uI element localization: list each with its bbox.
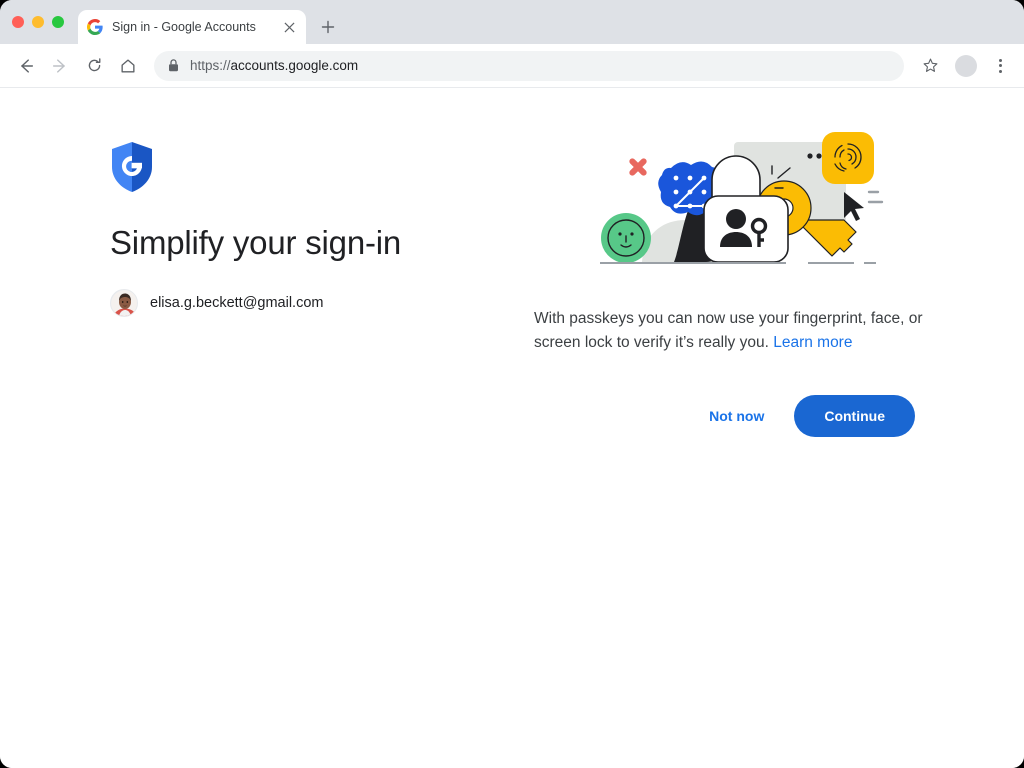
- home-icon[interactable]: [112, 50, 144, 82]
- avatar: [110, 289, 138, 317]
- arrow-left-icon[interactable]: [10, 50, 42, 82]
- close-window-button[interactable]: [12, 16, 24, 28]
- url-text: https://accounts.google.com: [190, 58, 358, 73]
- cursor-arrow-icon: [844, 192, 882, 221]
- not-now-button[interactable]: Not now: [701, 398, 772, 434]
- browser-tab[interactable]: Sign in - Google Accounts: [78, 10, 306, 44]
- browser-toolbar: https://accounts.google.com: [0, 44, 1024, 88]
- new-tab-button[interactable]: [314, 13, 342, 41]
- account-email: elisa.g.beckett@gmail.com: [150, 295, 323, 311]
- google-g-icon: [87, 19, 103, 35]
- right-column: With passkeys you can now use your finge…: [534, 130, 934, 437]
- address-bar[interactable]: https://accounts.google.com: [154, 51, 904, 81]
- lock-icon: [168, 59, 180, 72]
- description-text: With passkeys you can now use your finge…: [534, 307, 930, 355]
- learn-more-link[interactable]: Learn more: [773, 334, 852, 351]
- page-title: Simplify your sign-in: [110, 223, 510, 263]
- red-x-icon: [622, 151, 653, 182]
- toolbar-right-group: [914, 50, 1014, 82]
- passkeys-illustration: [586, 130, 886, 285]
- tab-title: Sign in - Google Accounts: [112, 20, 272, 34]
- continue-button[interactable]: Continue: [794, 395, 915, 437]
- close-icon[interactable]: [281, 19, 297, 35]
- left-column: Simplify your sign-in: [110, 141, 510, 317]
- three-dot-menu-icon[interactable]: [986, 50, 1014, 82]
- url-host: accounts.google.com: [231, 58, 359, 73]
- url-scheme: https://: [190, 58, 231, 73]
- google-security-shield-logo: [110, 141, 154, 193]
- star-icon[interactable]: [914, 50, 946, 82]
- profile-avatar-icon[interactable]: [955, 55, 977, 77]
- action-buttons: Not now Continue: [534, 395, 915, 437]
- browser-window: Sign in - Google Accounts: [0, 0, 1024, 768]
- account-chip[interactable]: elisa.g.beckett@gmail.com: [110, 289, 510, 317]
- page-content: Simplify your sign-in: [0, 88, 1024, 768]
- minimize-window-button[interactable]: [32, 16, 44, 28]
- description-line-1: With passkeys you can now use your finge…: [534, 310, 904, 327]
- reload-icon[interactable]: [78, 50, 110, 82]
- tab-strip: Sign in - Google Accounts: [0, 0, 1024, 44]
- window-controls: [12, 0, 78, 44]
- maximize-window-button[interactable]: [52, 16, 64, 28]
- arrow-right-icon[interactable]: [44, 50, 76, 82]
